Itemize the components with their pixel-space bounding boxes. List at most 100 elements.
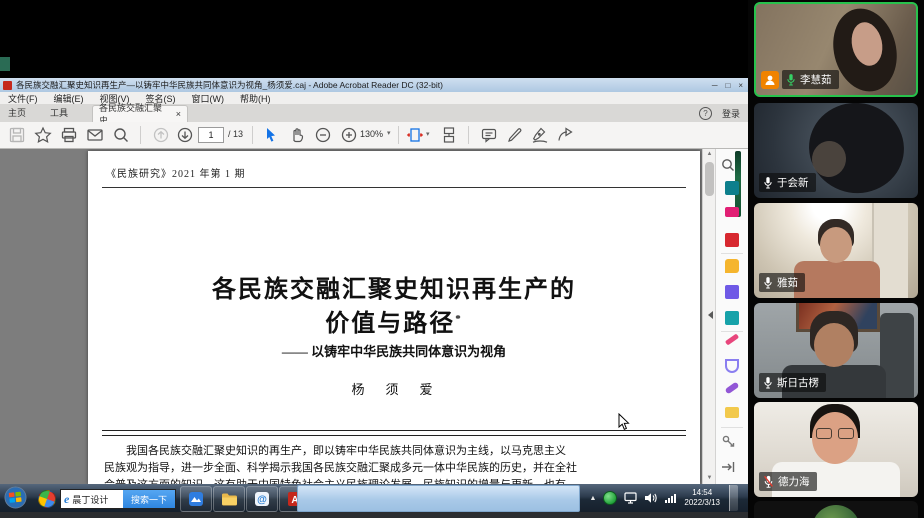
tab-home[interactable]: 主页 <box>0 104 34 122</box>
highlight-pen-icon[interactable] <box>506 126 524 144</box>
taskbar-app-explorer[interactable] <box>213 486 245 512</box>
tray-antivirus-icon[interactable] <box>603 491 617 505</box>
acrobat-window: 各民族交融汇聚史知识再生产—以铸牢中华民族共同体意识为视角_杨须爱.caj - … <box>0 78 748 484</box>
highlight-tool-icon[interactable] <box>725 333 739 345</box>
stamp-icon[interactable] <box>725 407 739 418</box>
taskbar-search-box[interactable]: e 晨丁设计 搜索一下 <box>60 489 176 509</box>
clock-time: 14:54 <box>692 488 712 497</box>
combine-files-icon[interactable] <box>725 285 739 299</box>
host-avatar-badge <box>761 71 779 89</box>
taskbar-app-mail[interactable]: @ <box>246 486 278 512</box>
previous-page-icon[interactable] <box>152 126 170 144</box>
menu-help[interactable]: 帮助(H) <box>232 92 279 105</box>
tab-close-icon[interactable]: × <box>176 109 181 119</box>
zoom-in-icon[interactable] <box>340 126 358 144</box>
microphone-on-icon <box>763 376 773 390</box>
show-desktop-button[interactable] <box>729 485 738 511</box>
email-icon[interactable] <box>86 126 104 144</box>
protect-shield-icon[interactable] <box>725 359 739 373</box>
network-signal-icon[interactable] <box>664 492 677 504</box>
zoom-out-icon[interactable] <box>314 126 332 144</box>
sign-pen-icon[interactable] <box>531 126 549 144</box>
fit-width-icon[interactable] <box>406 126 424 144</box>
menu-window[interactable]: 窗口(W) <box>184 92 233 105</box>
start-button[interactable] <box>4 486 27 509</box>
tray-pc-icon[interactable] <box>624 492 637 504</box>
at-sign-icon: @ <box>254 491 270 507</box>
screen: 各民族交融汇聚史知识再生产—以铸牢中华民族共同体意识为视角_杨须爱.caj - … <box>0 0 924 518</box>
organize-pages-icon[interactable] <box>725 311 739 325</box>
tray-clock[interactable]: 14:54 2022/3/13 <box>684 488 720 508</box>
create-pdf-icon[interactable] <box>725 233 739 247</box>
page-total-label: / 13 <box>228 127 243 141</box>
minimized-window-chip[interactable] <box>0 57 10 71</box>
browser-e-icon: e <box>64 492 69 507</box>
journal-header: 《民族研究》2021 年第 1 期 <box>106 165 246 180</box>
next-page-icon[interactable] <box>176 126 194 144</box>
sign-in-link[interactable]: 登录 <box>722 107 740 120</box>
comment-tool-icon[interactable] <box>725 259 739 273</box>
search-go-button[interactable]: 搜索一下 <box>123 490 175 508</box>
tab-bar: 主页 工具 各民族交融汇聚史.. × ? 登录 <box>0 104 748 122</box>
page-number-input[interactable]: 1 <box>198 127 224 143</box>
toolbar: 1 / 13 130% ▾ ▾ <box>0 122 748 149</box>
participant-name: 德力海 <box>778 474 810 489</box>
article-subtitle: —— 以铸牢中华民族共同体意识为视角 <box>88 341 700 360</box>
panel-separator <box>721 253 743 254</box>
close-button[interactable]: × <box>738 81 743 90</box>
tray-chevron-icon[interactable]: ▲ <box>589 495 596 502</box>
clock-date: 2022/3/13 <box>684 498 720 507</box>
maximize-button[interactable]: □ <box>725 81 730 90</box>
expand-panel-icon[interactable] <box>720 459 736 475</box>
participant-name-row: 德力海 <box>759 472 817 491</box>
tab-tools[interactable]: 工具 <box>42 104 76 122</box>
help-icon[interactable]: ? <box>699 107 712 120</box>
participant-avatar <box>812 505 860 518</box>
video-tile-participant-4[interactable]: 斯日古楞 <box>754 303 918 398</box>
zoom-level-dropdown[interactable]: 130% ▾ <box>360 127 391 141</box>
favorites-star-icon[interactable] <box>34 126 52 144</box>
fill-sign-icon[interactable] <box>725 382 740 395</box>
video-tile-participant-3[interactable]: 雅茹 <box>754 203 918 298</box>
participant-name: 斯日古楞 <box>777 375 819 390</box>
participant-name: 于会新 <box>777 175 809 190</box>
share-arrow-icon[interactable] <box>556 126 574 144</box>
menu-file[interactable]: 文件(F) <box>0 92 46 105</box>
chevron-down-icon[interactable]: ▾ <box>426 130 430 138</box>
participant-label: 斯日古楞 <box>759 373 826 392</box>
mouse-cursor <box>618 413 630 431</box>
print-icon[interactable] <box>60 126 78 144</box>
minimize-button[interactable]: ─ <box>712 81 718 90</box>
microphone-on-icon <box>786 73 796 87</box>
toolbar-divider <box>252 126 253 144</box>
menu-edit[interactable]: 编辑(E) <box>46 92 92 105</box>
security-suite-icon[interactable] <box>35 487 58 510</box>
search-icon[interactable] <box>112 126 130 144</box>
tab-document[interactable]: 各民族交融汇聚史.. × <box>92 105 188 122</box>
video-tile-participant-5[interactable]: 德力海 <box>754 402 918 497</box>
volume-icon[interactable] <box>644 492 657 504</box>
scrollbar-thumb[interactable] <box>705 162 714 196</box>
bottom-strip <box>0 512 748 518</box>
page-scrolling-icon[interactable] <box>440 126 458 144</box>
more-tools-icon[interactable] <box>720 433 736 449</box>
folder-icon <box>221 492 238 506</box>
video-tile-participant-2[interactable]: 于会新 <box>754 103 918 198</box>
collapse-panel-icon[interactable] <box>708 311 713 319</box>
export-pdf-icon[interactable] <box>725 181 739 195</box>
acrobat-titlebar[interactable]: 各民族交融汇聚史知识再生产—以铸牢中华民族共同体意识为视角_杨须爱.caj - … <box>0 78 748 92</box>
taskbar-app-cloud[interactable] <box>180 486 212 512</box>
taskbar-active-window[interactable] <box>297 485 580 512</box>
select-tool-icon[interactable] <box>262 126 280 144</box>
comment-icon[interactable] <box>480 126 498 144</box>
edit-pdf-icon[interactable] <box>725 207 739 217</box>
acrobat-app-icon <box>3 81 12 90</box>
search-box-text[interactable]: 晨丁设计 <box>72 493 108 506</box>
save-icon[interactable] <box>8 126 26 144</box>
hand-tool-icon[interactable] <box>288 126 306 144</box>
participant-label: 雅茹 <box>759 273 805 292</box>
microphone-muted-icon <box>763 475 774 489</box>
search-tools-icon[interactable] <box>720 157 736 173</box>
video-tile-participant-1[interactable]: 李慧茹 <box>754 2 918 97</box>
video-tile-participant-6[interactable] <box>754 501 918 518</box>
